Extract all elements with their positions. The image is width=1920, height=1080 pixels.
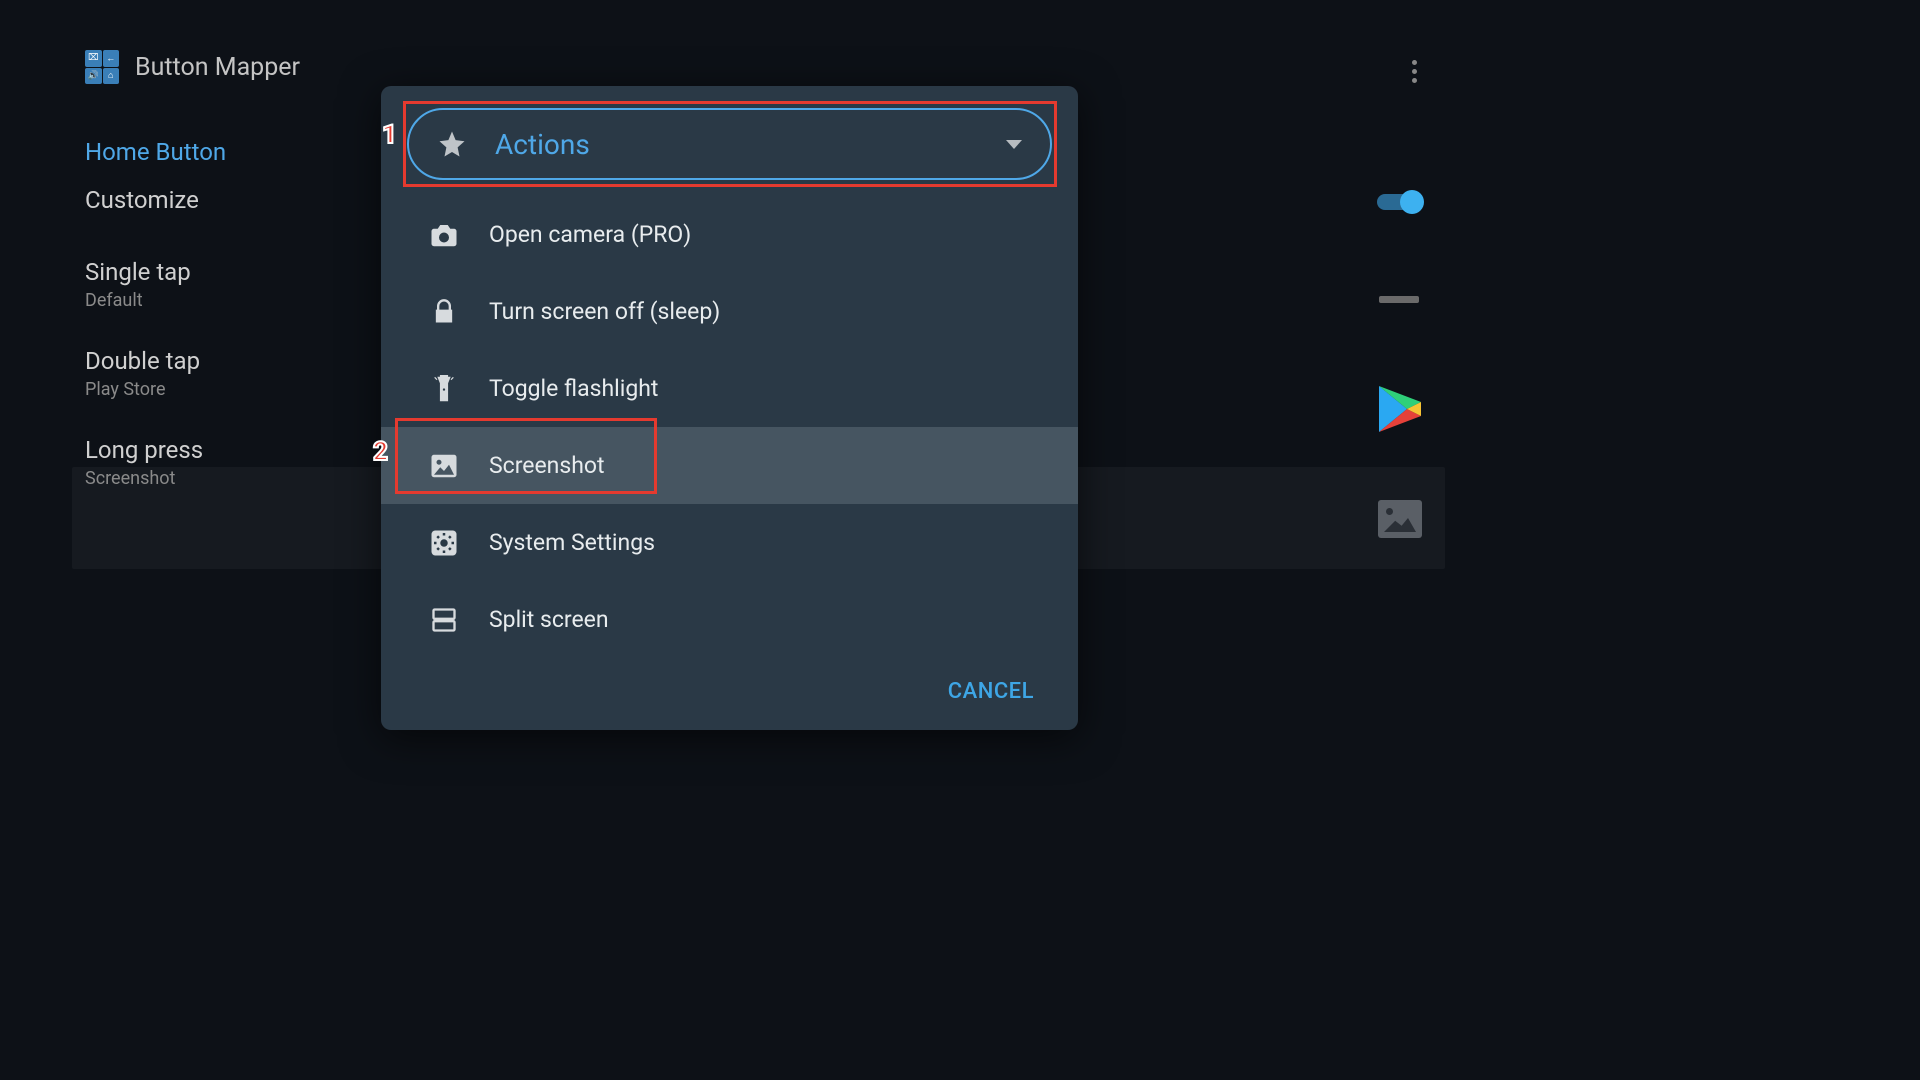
app-icon: ⌧ ← 🔊 ⌂ [85,50,119,84]
annotation-number-1: 1 [382,120,397,150]
dropdown-label: Actions [495,128,1006,161]
sidebar: Home Button Customize Single tap Default… [85,130,226,525]
customize-toggle[interactable] [1377,194,1421,210]
action-screenshot[interactable]: Screenshot [381,427,1078,504]
action-toggle-flashlight[interactable]: Toggle flashlight [381,350,1078,427]
action-open-camera[interactable]: Open camera (PRO) [381,196,1078,273]
lock-icon [427,295,461,329]
app-title: Button Mapper [135,53,300,82]
action-split-screen[interactable]: Split screen [381,581,1078,658]
single-tap-indicator [1379,296,1419,303]
image-icon [427,449,461,483]
gear-icon [427,526,461,560]
action-turn-screen-off[interactable]: Turn screen off (sleep) [381,273,1078,350]
play-store-icon [1377,384,1423,434]
annotation-number-2: 2 [373,437,388,467]
split-screen-icon [427,603,461,637]
cancel-button[interactable]: CANCEL [948,679,1034,704]
flashlight-icon [427,372,461,406]
screenshot-icon [1378,500,1422,538]
star-icon [437,129,467,159]
sidebar-item-long-press[interactable]: Long press Screenshot [85,436,226,489]
sidebar-item-customize[interactable]: Customize [85,186,226,214]
action-list: Open camera (PRO) Turn screen off (sleep… [381,196,1078,658]
app-header: ⌧ ← 🔊 ⌂ Button Mapper [85,50,300,84]
sidebar-item-home-button[interactable]: Home Button [85,138,226,166]
sidebar-item-double-tap[interactable]: Double tap Play Store [85,347,226,400]
sidebar-item-single-tap[interactable]: Single tap Default [85,258,226,311]
chevron-down-icon [1006,140,1022,149]
actions-dropdown[interactable]: Actions [407,108,1052,180]
overflow-menu-icon[interactable] [1412,60,1417,83]
camera-icon [427,218,461,252]
action-system-settings[interactable]: System Settings [381,504,1078,581]
actions-dialog: Actions Open camera (PRO) Turn screen of… [381,86,1078,730]
